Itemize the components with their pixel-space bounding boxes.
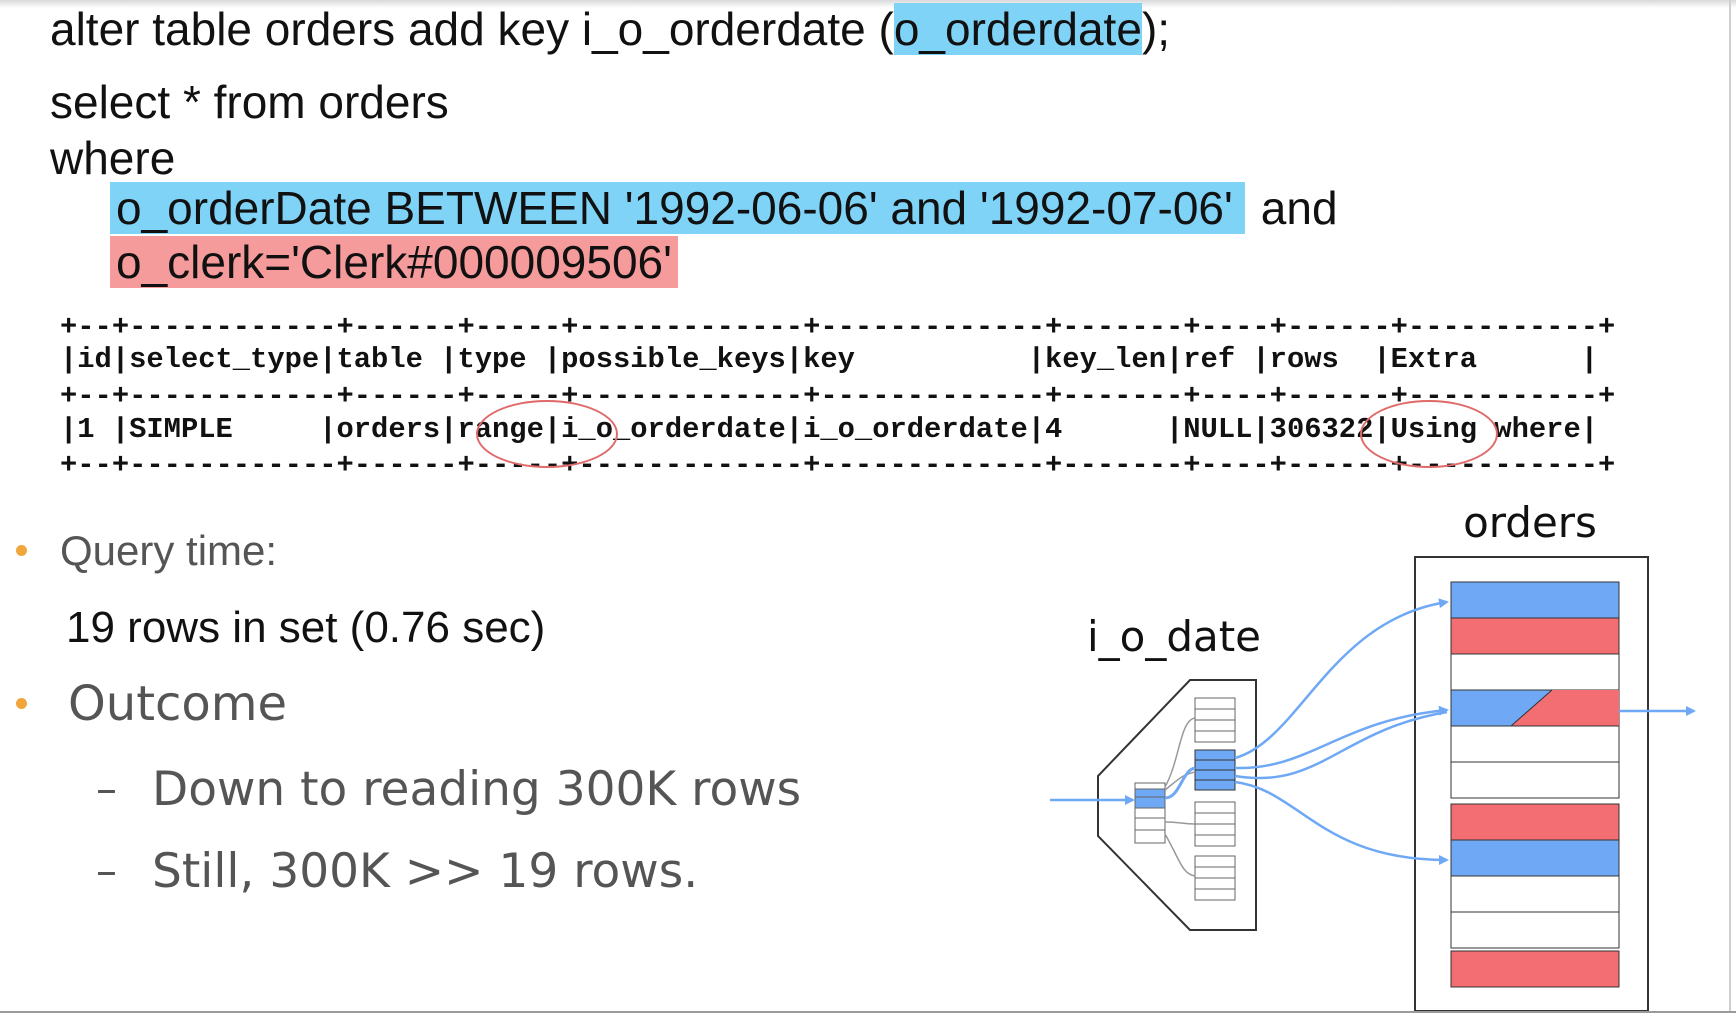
orders-row-blue <box>1450 581 1620 619</box>
orders-row <box>1450 725 1620 763</box>
orders-table <box>1414 556 1649 1012</box>
index-leaf-node <box>1194 855 1236 901</box>
orders-table-label: orders <box>1463 498 1597 547</box>
orders-row-red <box>1450 803 1620 841</box>
index-tree <box>1097 679 1257 931</box>
orders-row-red <box>1450 617 1620 655</box>
index-root-node <box>1134 782 1166 844</box>
index-leaf-node <box>1194 697 1236 743</box>
orders-row <box>1450 761 1620 799</box>
frame-edge-right <box>1729 0 1731 1013</box>
index-leaf-node <box>1194 801 1236 847</box>
index-leaf-node-match <box>1194 749 1236 791</box>
index-label: i_o_date <box>1087 612 1261 661</box>
orders-row <box>1450 875 1620 913</box>
orders-row-red <box>1450 950 1620 988</box>
orders-row <box>1450 911 1620 949</box>
orders-row <box>1450 653 1620 691</box>
frame-edge-bottom <box>0 1011 1736 1013</box>
index-lookup-diagram: orders i_o_date <box>1050 498 1696 1012</box>
slide: alter table orders add key i_o_orderdate… <box>0 0 1736 1016</box>
orders-row-blue <box>1450 839 1620 877</box>
